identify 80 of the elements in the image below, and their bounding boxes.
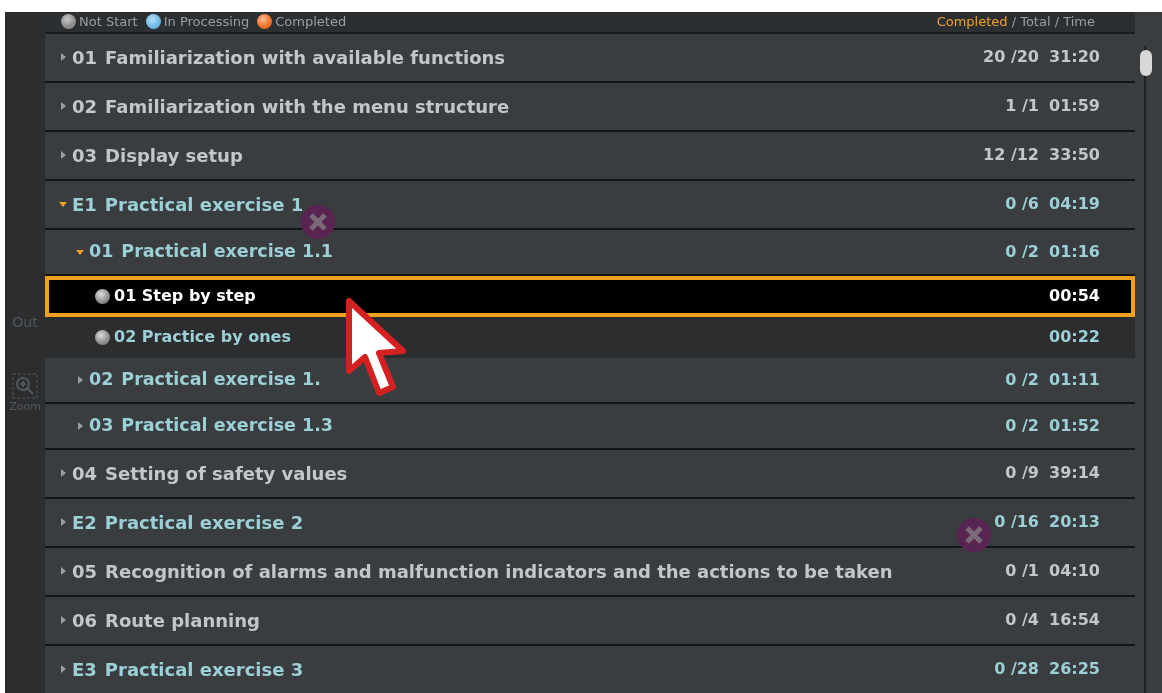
count-text: 0 /4 — [1004, 609, 1039, 631]
count-text: 0 /28 — [993, 658, 1039, 680]
item-number: 04 — [72, 461, 98, 486]
close-icon[interactable] — [956, 517, 992, 553]
item-number: E3 — [72, 657, 97, 682]
item-number: 02 — [89, 368, 114, 392]
count-text: 0 /6 — [1004, 193, 1039, 215]
time-text: 20:13 — [1049, 511, 1101, 533]
count-text: 20 /20 — [982, 46, 1039, 68]
step-row[interactable]: 01 Step by step 00:54 — [45, 275, 1135, 317]
item-title: Route planning — [105, 608, 261, 633]
time-text: 01:59 — [1049, 95, 1101, 117]
item-title: Practical exercise 1. — [121, 368, 322, 392]
step-title: 01 Step by step — [114, 285, 257, 307]
tree-row[interactable]: 06 Route planning 0 /4 16:54 — [45, 596, 1135, 646]
caret-right-icon[interactable] — [75, 374, 85, 385]
count-text: 0 /2 — [1004, 414, 1039, 437]
time-text: 31:20 — [1049, 46, 1101, 68]
tree-row[interactable]: 02 Familiarization with the menu structure 1 /1 01:59 — [45, 82, 1135, 132]
legend-label: Not Start — [79, 13, 138, 31]
time-text: 26:25 — [1049, 658, 1101, 680]
caret-right-icon[interactable] — [58, 52, 68, 62]
legend-label: In Processing — [163, 13, 250, 31]
caret-right-icon[interactable] — [58, 517, 68, 527]
item-number: 05 — [72, 559, 98, 584]
time-text: 16:54 — [1049, 609, 1101, 631]
time-text: 04:10 — [1049, 560, 1101, 582]
item-title: Practical exercise 1 — [104, 192, 305, 217]
caret-right-icon[interactable] — [58, 664, 68, 674]
close-icon[interactable] — [300, 204, 336, 240]
item-title: Practical exercise 1.1 — [121, 240, 335, 264]
count-text: 0 /2 — [1004, 240, 1039, 263]
column-header: Completed / Total / Time — [936, 13, 1095, 31]
time-text: 00:22 — [1049, 326, 1101, 348]
time-text: 00:54 — [1049, 285, 1101, 307]
step-title: 02 Practice by ones — [114, 326, 292, 348]
tree-row[interactable]: 03 Practical exercise 1.3 0 /2 01:52 — [45, 403, 1135, 450]
count-text: 0 /16 — [993, 511, 1039, 533]
item-number: 03 — [89, 414, 114, 438]
item-number: 06 — [72, 608, 98, 633]
item-number: 03 — [72, 143, 98, 168]
step-row[interactable]: 02 Practice by ones 00:22 — [45, 316, 1135, 358]
time-text: 33:50 — [1049, 144, 1101, 166]
tree-row[interactable]: E3 Practical exercise 3 0 /28 26:25 — [45, 645, 1135, 693]
caret-right-icon[interactable] — [58, 101, 68, 111]
tree-row[interactable]: 04 Setting of safety values 0 /9 39:14 — [45, 449, 1135, 499]
item-title: Practical exercise 2 — [104, 510, 305, 535]
item-title: Recognition of alarms and malfunction indicators and the actions to be taken — [105, 559, 894, 584]
tree-row[interactable]: 01 Familiarization with available functions 20 /20 31:20 — [45, 33, 1135, 83]
caret-right-icon[interactable] — [58, 468, 68, 478]
time-text: 04:19 — [1049, 193, 1101, 215]
count-text: 1 /1 — [1004, 95, 1039, 117]
time-text: 39:14 — [1049, 462, 1101, 484]
item-title: Practical exercise 3 — [104, 657, 305, 682]
item-number: E1 — [72, 192, 97, 217]
caret-right-icon[interactable] — [58, 566, 68, 576]
item-number: 01 — [89, 240, 114, 264]
scrollbar-thumb[interactable] — [1140, 50, 1152, 76]
item-title: Display setup — [105, 143, 244, 168]
time-text: 01:16 — [1049, 240, 1101, 263]
count-text: 0 /2 — [1004, 368, 1039, 391]
tree-row[interactable]: 05 Recognition of alarms and malfunction indicators and the actions to be taken 0 /1 04:10 — [45, 547, 1135, 597]
item-title: Practical exercise 1.3 — [121, 414, 335, 438]
count-text: 0 /9 — [1004, 462, 1039, 484]
tree-row[interactable]: 03 Display setup 12 /12 33:50 — [45, 131, 1135, 181]
caret-right-icon[interactable] — [75, 420, 85, 431]
legend-label: Completed — [275, 13, 347, 31]
item-title: Setting of safety values — [105, 461, 349, 486]
item-number: 01 — [72, 45, 98, 70]
time-text: 01:11 — [1049, 368, 1101, 391]
caret-right-icon[interactable] — [58, 150, 68, 160]
count-text: 0 /1 — [1004, 560, 1039, 582]
item-number: 02 — [72, 94, 98, 119]
caret-down-icon[interactable] — [58, 199, 68, 209]
item-number: E2 — [72, 510, 97, 535]
item-title: Familiarization with available functions — [105, 45, 507, 70]
item-title: Familiarization with the menu structure — [105, 94, 511, 119]
time-text: 01:52 — [1049, 414, 1101, 437]
caret-right-icon[interactable] — [58, 615, 68, 625]
count-text: 12 /12 — [982, 144, 1039, 166]
